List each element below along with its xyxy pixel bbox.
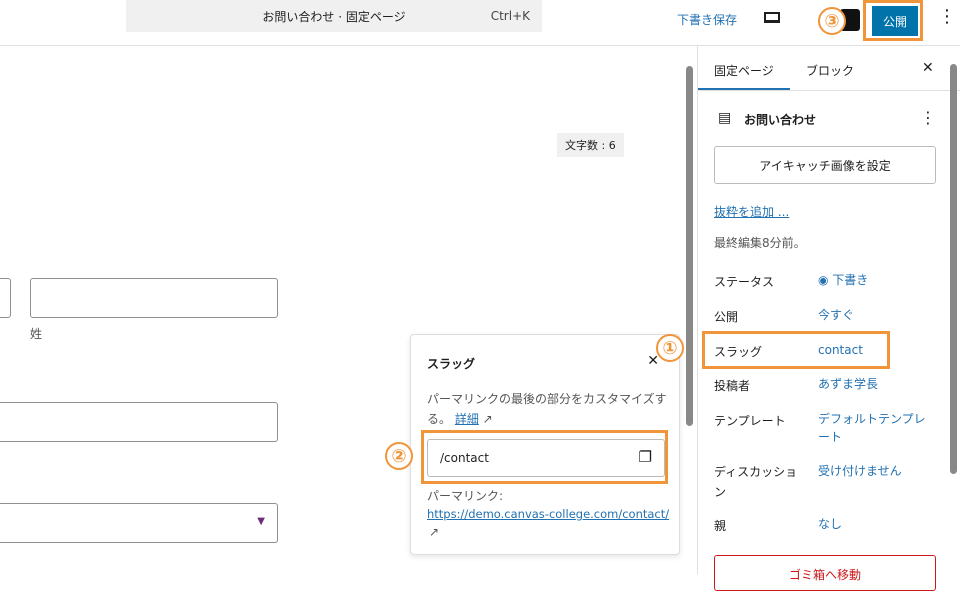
template-label: テンプレート xyxy=(714,414,786,428)
page-options-icon[interactable]: ⋮ xyxy=(920,108,936,127)
highlight-slug-input xyxy=(421,430,668,484)
email-input[interactable] xyxy=(0,402,278,442)
sidebar-scrollbar[interactable] xyxy=(950,64,957,474)
more-options-icon[interactable]: ⋮ xyxy=(938,6,956,27)
page-icon: ▤ xyxy=(718,110,732,126)
publish-value[interactable]: 今すぐ xyxy=(818,306,854,324)
annotation-3: ③ xyxy=(818,7,846,35)
permalink-label: パーマリンク: xyxy=(427,489,504,503)
last-name-label: 姓 xyxy=(30,327,43,341)
details-link[interactable]: 詳細 xyxy=(455,412,479,426)
tab-page[interactable]: 固定ページ xyxy=(714,62,774,79)
tab-block[interactable]: ブロック xyxy=(806,62,854,79)
divider xyxy=(698,90,960,91)
status-label: ステータス xyxy=(714,275,775,289)
preview-icon[interactable] xyxy=(764,12,780,23)
trash-button[interactable]: ゴミ箱へ移動 xyxy=(714,555,936,591)
publish-button[interactable]: 公開 xyxy=(872,6,918,36)
popover-title: スラッグ xyxy=(427,357,476,371)
highlight-slug-row xyxy=(702,331,890,369)
command-text: お問い合わせ · 固定ページ xyxy=(262,9,406,24)
save-draft-button[interactable]: 下書き保存 xyxy=(677,11,737,28)
featured-image-button[interactable]: アイキャッチ画像を設定 xyxy=(714,146,936,184)
template-value[interactable]: デフォルトテンプレート xyxy=(818,410,928,446)
shortcut: Ctrl+K xyxy=(490,9,530,23)
discussion-label: ディスカッション xyxy=(714,465,798,499)
add-excerpt-link[interactable]: 抜粋を追加 ... xyxy=(714,203,789,220)
select-input[interactable]: ▼ xyxy=(0,503,278,543)
author-value[interactable]: あずま学長 xyxy=(818,375,878,393)
status-text: 下書き xyxy=(832,273,869,287)
discussion-value[interactable]: 受け付けません xyxy=(818,462,902,480)
parent-value[interactable]: なし xyxy=(818,515,842,533)
word-count: 文字数 : 6 xyxy=(557,133,624,157)
canvas-scrollbar[interactable] xyxy=(686,66,693,426)
status-value[interactable]: ◉ 下書き xyxy=(818,271,868,289)
dropdown-arrow-icon: ▼ xyxy=(257,516,265,527)
permalink-link[interactable]: https://demo.canvas-college.com/contact/ xyxy=(427,507,669,521)
page-title: お問い合わせ xyxy=(744,113,817,127)
annotation-1: ① xyxy=(656,334,684,362)
annotation-2: ② xyxy=(385,442,413,470)
top-toolbar: お問い合わせ · 固定ページ Ctrl+K 下書き保存 ③ 公開 ⋮ xyxy=(0,0,960,46)
close-sidebar-icon[interactable]: ✕ xyxy=(922,60,934,76)
command-palette[interactable]: お問い合わせ · 固定ページ Ctrl+K xyxy=(126,0,542,32)
publish-label: 公開 xyxy=(714,310,739,324)
external-link-icon: ↗ xyxy=(429,525,440,539)
author-label: 投稿者 xyxy=(714,379,751,393)
settings-sidebar: 固定ページ ブロック ✕ ▤ お問い合わせ ⋮ アイキャッチ画像を設定 抜粋を追… xyxy=(697,46,960,591)
parent-label: 親 xyxy=(714,519,727,533)
last-name-input[interactable] xyxy=(30,278,278,318)
last-edited: 最終編集8分前。 xyxy=(714,236,806,250)
first-name-input[interactable] xyxy=(0,278,11,318)
